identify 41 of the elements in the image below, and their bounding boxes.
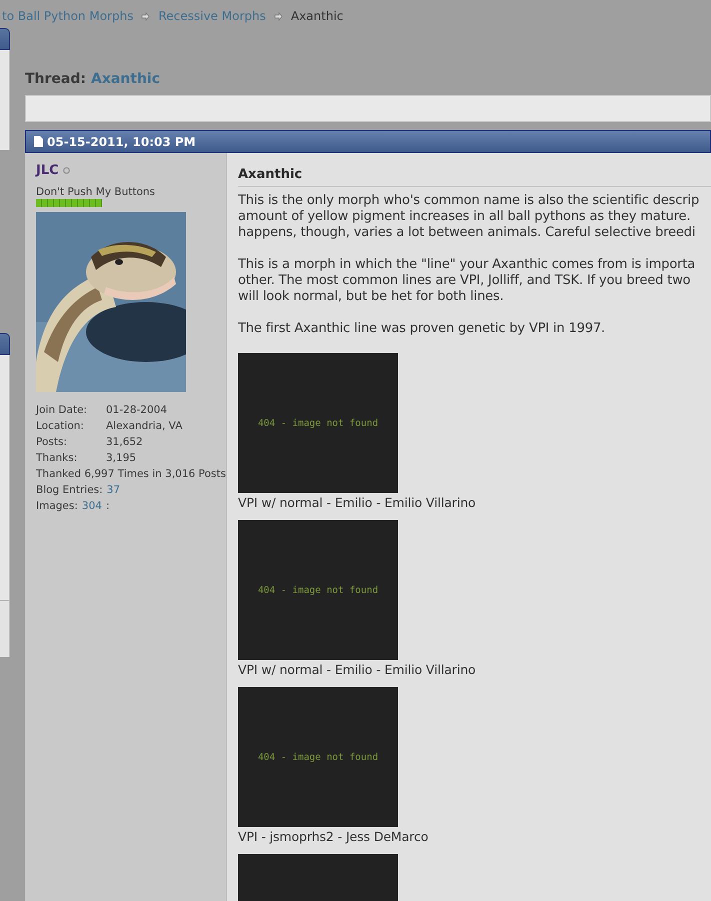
detail-label: Join Date: [36,404,88,416]
text-line: other. The most common lines are VPI, Jolliff, and TSK. If you breed two [238,273,692,289]
image-caption: VPI w/ normal - Emilio - Emilio Villarino [238,661,477,679]
error-message: 404 - image not found [258,418,378,428]
page-icon [34,136,43,147]
detail-value: 31,652 [106,436,143,448]
breadcrumb-current: Axanthic [290,9,344,23]
detail-link[interactable]: 304 [82,500,102,512]
detail-label: Posts: [36,436,68,448]
text-line: This is a morph in which the "line" your Axanthic comes from is importa [238,257,696,273]
breadcrumb-link[interactable]: to Ball Python Morphs [2,9,134,23]
detail-label: Blog Entries: [36,484,103,496]
post-title: Axanthic [238,167,711,187]
detail-text: Thanked 6,997 Times in 3,016 Posts [36,468,226,480]
panel-header [0,333,10,355]
thread-label: Thread: [25,71,86,87]
detail-value: 01-28-2004 [106,404,168,416]
breadcrumb-link[interactable]: Recessive Morphs [158,9,266,23]
arrow-icon [274,12,283,20]
user-title: Don't Push My Buttons [36,186,156,198]
post-date: 05-15-2011, 10:03 PM [47,134,196,148]
text-line: happens, though, varies a lot between animals. Careful selective breedi [238,225,696,241]
detail-label: Thanks: [36,452,78,464]
detail-link[interactable]: 37 [106,484,120,496]
arrow-icon [141,12,150,20]
detail-label: Images: [36,500,78,512]
text-line: This is the only morph who's common name is also the scientific descrip [238,193,700,209]
panel-header [0,28,10,50]
image-caption: VPI w/ normal - Emilio - Emilio Villarino [238,494,477,512]
detail-label: Location: [36,420,85,432]
error-message: 404 - image not found [258,584,378,596]
thread-title-link[interactable]: Axanthic [90,71,160,87]
text-line: will look normal, but be het for both lines. [238,289,505,305]
username-link[interactable]: JLC [36,163,59,178]
image-caption: VPI - jsmoprhs2 - Jess DeMarco [238,828,430,846]
error-message: 404 - image not found [258,752,378,762]
text-line: The first Axanthic line was proven genetic by VPI in 1997. [238,321,606,337]
text-line: amount of yellow pigment increases in all ball pythons as they mature. [238,209,692,225]
detail-value: Alexandria, VA [106,420,182,432]
detail-text: : [106,500,110,512]
detail-value: 3,195 [106,452,136,464]
